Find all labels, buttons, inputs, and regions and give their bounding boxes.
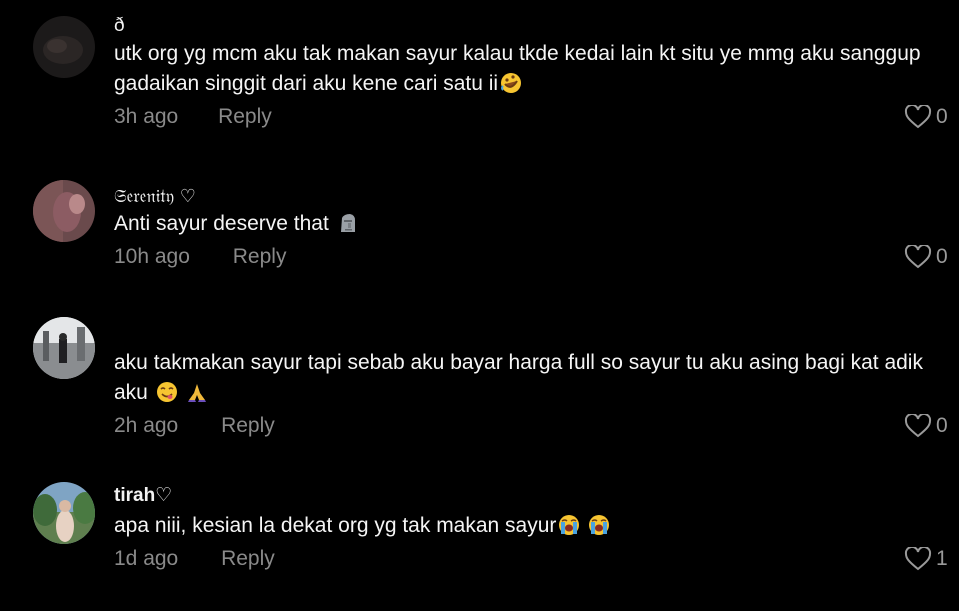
username[interactable]: 𝔖𝔢𝔯𝔢𝔫𝔦𝔱𝔶 ♡ (114, 185, 954, 209)
reply-button[interactable]: Reply (233, 242, 287, 272)
like-button[interactable]: 0 (904, 102, 948, 132)
like-count: 1 (936, 547, 948, 570)
heart-outline-icon (904, 105, 932, 129)
reply-button[interactable]: Reply (218, 102, 272, 132)
heart-outline-icon (904, 547, 932, 571)
reply-button[interactable]: Reply (221, 544, 275, 574)
loudly-crying-emoji-icon (589, 515, 610, 535)
comment-text: utk org yg mcm aku tak makan sayur kalau… (114, 39, 944, 99)
comment-meta: 3h ago Reply 0 (114, 102, 954, 132)
comment-text: apa niii, kesian la dekat org yg tak mak… (114, 511, 944, 541)
avatar[interactable] (33, 180, 95, 242)
avatar[interactable] (33, 16, 95, 78)
comment-body: tirah♡ apa niii, kesian la dekat org yg … (114, 482, 954, 574)
comment-timestamp: 10h ago (114, 245, 190, 268)
comment-body: 𝔖𝔢𝔯𝔢𝔫𝔦𝔱𝔶 ♡ Anti sayur deserve that 10h a… (114, 180, 954, 272)
comment-timestamp: 3h ago (114, 105, 179, 128)
comment-text-body: apa niii, kesian la dekat org yg tak mak… (114, 514, 557, 537)
heart-outline-icon (904, 245, 932, 269)
like-count: 0 (936, 414, 948, 437)
comment-body: ð utk org yg mcm aku tak makan sayur kal… (114, 14, 954, 132)
username[interactable]: tirah♡ (114, 484, 954, 508)
comment-timestamp: 1d ago (114, 547, 179, 570)
like-button[interactable]: 0 (904, 242, 948, 272)
rolling-laughing-emoji-icon (501, 73, 522, 93)
face-savoring-food-emoji-icon (156, 382, 177, 402)
comment-body: aku takmakan sayur tapi sebab aku bayar … (114, 317, 954, 441)
comment-meta: 2h ago Reply 0 (114, 411, 954, 441)
loudly-crying-emoji-icon (559, 515, 580, 535)
username[interactable] (114, 317, 954, 341)
like-count: 0 (936, 245, 948, 268)
comment-timestamp: 2h ago (114, 414, 179, 437)
moai-emoji-icon (340, 214, 355, 232)
comment-meta: 1d ago Reply 1 (114, 544, 954, 574)
avatar[interactable] (33, 317, 95, 379)
comment-text-body: aku takmakan sayur tapi sebab aku bayar … (114, 351, 923, 404)
comment-text: aku takmakan sayur tapi sebab aku bayar … (114, 348, 944, 408)
heart-outline-icon (904, 414, 932, 438)
comment-text: Anti sayur deserve that (114, 209, 944, 239)
comment-meta: 10h ago Reply 0 (114, 242, 954, 272)
reply-button[interactable]: Reply (221, 411, 275, 441)
like-button[interactable]: 1 (904, 544, 948, 574)
avatar[interactable] (33, 482, 95, 544)
folded-hands-emoji-icon (187, 384, 206, 402)
like-button[interactable]: 0 (904, 411, 948, 441)
like-count: 0 (936, 105, 948, 128)
comment-text-body: Anti sayur deserve that (114, 212, 329, 235)
username[interactable]: ð (114, 14, 954, 38)
